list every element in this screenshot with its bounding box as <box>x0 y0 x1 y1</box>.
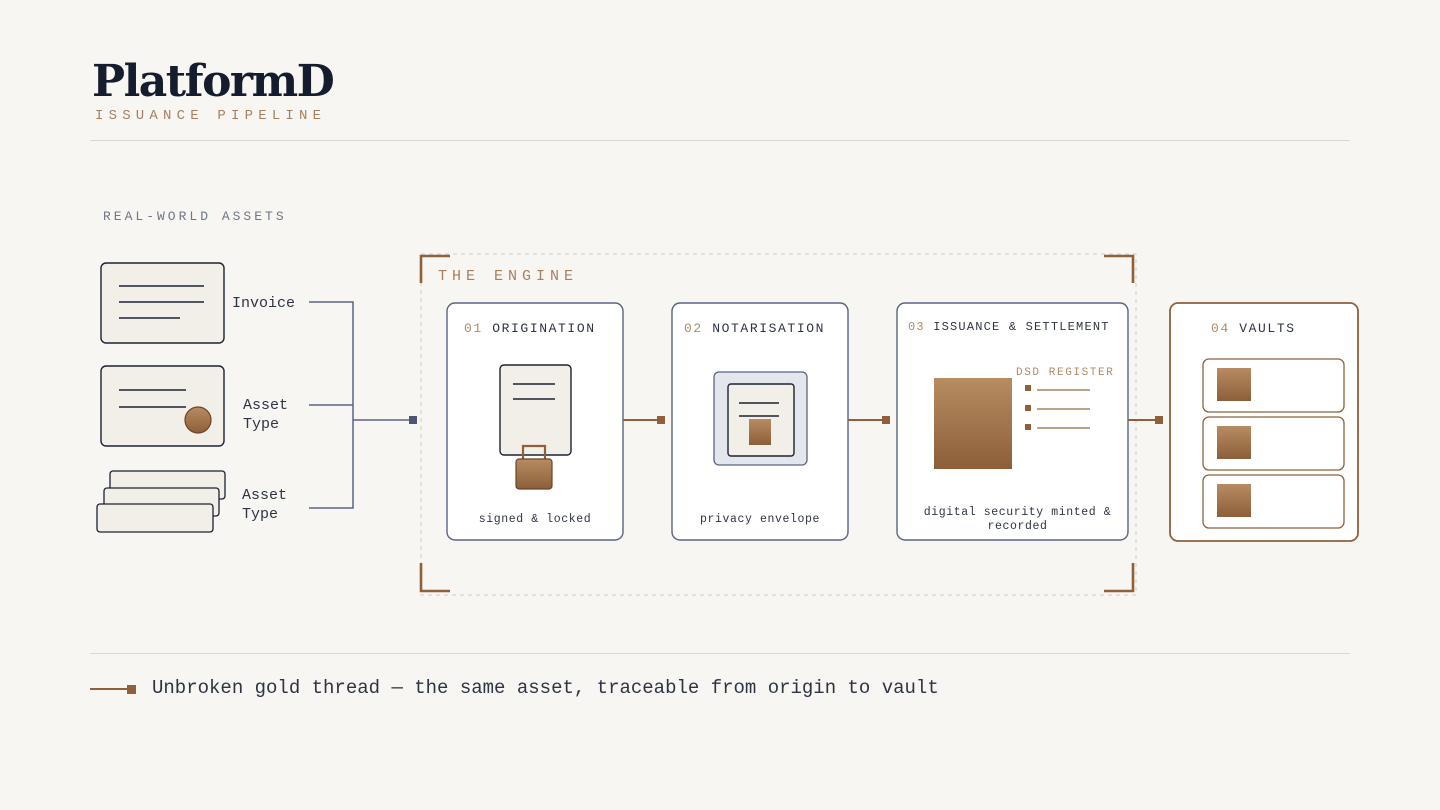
stage-04-number: 04 <box>1211 321 1230 336</box>
stage-01-title: 01 ORIGINATION <box>464 321 596 336</box>
asset-label-type-1: Asset Type <box>243 397 289 433</box>
vault-token-icon <box>1217 426 1251 459</box>
stage-02-number: 02 <box>684 321 703 336</box>
asset-label-type-2: Asset Type <box>242 487 288 523</box>
stage-01-number: 01 <box>464 321 483 336</box>
vault-slots <box>1202 358 1345 529</box>
privacy-envelope-icon <box>713 371 808 466</box>
stage-03-name: ISSUANCE & SETTLEMENT <box>933 320 1110 334</box>
gold-thread-icon <box>90 685 136 694</box>
stacked-cards-icon <box>96 470 226 533</box>
stage-02-caption: privacy envelope <box>699 513 821 526</box>
stage-02-name: NOTARISATION <box>712 321 826 336</box>
footer-divider <box>90 653 1350 654</box>
certificate-seal-icon <box>100 365 225 447</box>
stage-02-title: 02 NOTARISATION <box>684 321 825 336</box>
security-token-icon <box>934 378 1012 469</box>
stage-03-number: 03 <box>908 320 925 334</box>
invoice-document-icon <box>100 262 225 344</box>
legend-text: Unbroken gold thread — the same asset, t… <box>152 677 939 699</box>
stage-04-name: VAULTS <box>1239 321 1296 336</box>
engine-label: THE ENGINE <box>438 268 579 285</box>
stage-03-title: 03 ISSUANCE & SETTLEMENT <box>908 320 1110 334</box>
dsd-register-label: DSD REGISTER <box>1016 367 1115 379</box>
asset-label-invoice: Invoice <box>232 295 296 312</box>
issuance-card <box>896 302 1129 541</box>
vault-token-icon <box>1217 484 1251 517</box>
input-connectors <box>309 301 410 509</box>
stage-01-caption: signed & locked <box>478 513 592 526</box>
stage-04-title: 04 VAULTS <box>1211 321 1296 336</box>
input-connector-terminal <box>409 416 417 424</box>
stage-01-name: ORIGINATION <box>492 321 596 336</box>
vault-token-icon <box>1217 368 1251 401</box>
vault-slot <box>1202 474 1345 529</box>
stage-03-caption: digital security minted & recorded <box>923 506 1112 533</box>
vault-slot <box>1202 358 1345 413</box>
real-world-assets-label: REAL-WORLD ASSETS <box>103 209 287 224</box>
vault-slot <box>1202 416 1345 471</box>
